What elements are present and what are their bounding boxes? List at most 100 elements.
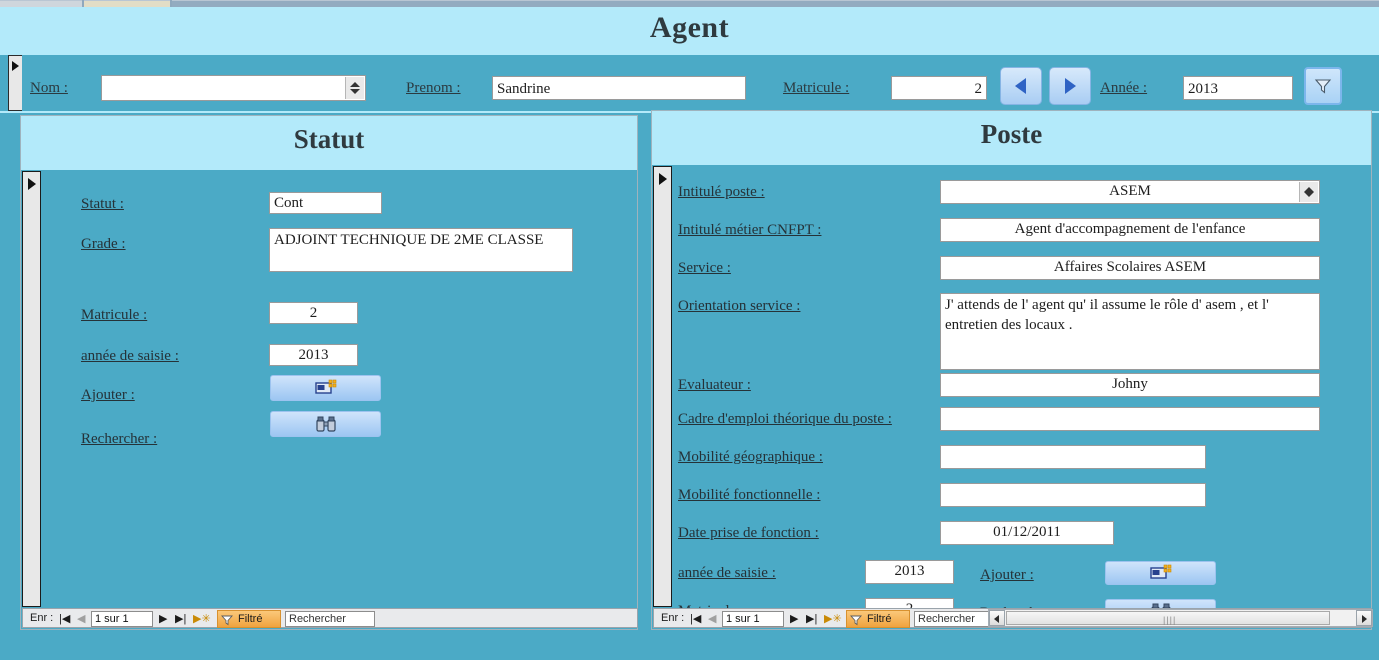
- statut-rechercher-button[interactable]: [270, 411, 381, 437]
- statut-last-record-button[interactable]: ▶|: [175, 612, 189, 627]
- statut-record-selector[interactable]: [22, 171, 41, 607]
- statut-annee-saisie-field[interactable]: 2013: [269, 344, 358, 366]
- label-mobilite-fonctionnelle: Mobilité fonctionnelle :: [678, 487, 821, 503]
- intitule-metier-cnfpt-field[interactable]: Agent d'accompagnement de l'enfance: [940, 218, 1320, 242]
- chevron-down-icon: [350, 89, 360, 94]
- date-prise-fonction-field[interactable]: 01/12/2011: [940, 521, 1114, 545]
- label-poste-annee-saisie: année de saisie :: [678, 565, 776, 581]
- service-field[interactable]: Affaires Scolaires ASEM: [940, 256, 1320, 280]
- scroll-thumb[interactable]: ||||: [1006, 611, 1330, 625]
- label-statut-matricule: Matricule :: [81, 307, 148, 323]
- access-form-window: Agent Nom : Prenom : Sandrine Matricule …: [0, 0, 1379, 660]
- next-record-button[interactable]: [1049, 67, 1091, 105]
- label-poste-ajouter: Ajouter :: [980, 567, 1034, 583]
- label-statut: Statut :: [81, 196, 124, 212]
- new-record-icon: [1149, 564, 1171, 579]
- intitule-poste-field[interactable]: ASEM: [940, 180, 1320, 204]
- grade-field[interactable]: ADJOINT TECHNIQUE DE 2ME CLASSE: [269, 228, 573, 272]
- intitule-poste-value: ASEM: [1109, 183, 1151, 199]
- statut-search-box[interactable]: Rechercher: [285, 611, 375, 627]
- statut-status-bar: Enr : |◀ ◀ 1 sur 1 ▶ ▶| ▶✳ Filtré Recher…: [22, 608, 638, 628]
- poste-status-bar: Enr : |◀ ◀ 1 sur 1 ▶ ▶| ▶✳ Filtré Recher…: [653, 608, 1373, 628]
- prev-record-button[interactable]: [1000, 67, 1042, 105]
- statut-subform: Statut Statut : Cont Grade : ADJOINT TEC…: [20, 115, 638, 630]
- statut-panel-title: Statut: [293, 124, 365, 154]
- poste-prev-record-button[interactable]: ◀: [708, 612, 722, 627]
- prenom-field[interactable]: Sandrine: [492, 76, 746, 100]
- cadre-emploi-theorique-field[interactable]: [940, 407, 1320, 431]
- statut-field[interactable]: Cont: [269, 192, 382, 214]
- form-title-bar: Agent: [0, 7, 1379, 55]
- chevron-up-icon: [350, 82, 360, 87]
- statut-filtered-label: Filtré: [238, 613, 263, 625]
- label-matricule: Matricule :: [783, 80, 850, 96]
- annee-field[interactable]: 2013: [1183, 76, 1293, 100]
- poste-record-counter[interactable]: 1 sur 1: [722, 611, 784, 627]
- poste-new-record-button[interactable]: ▶✳: [824, 612, 842, 627]
- funnel-icon: [1314, 79, 1332, 94]
- statut-next-record-button[interactable]: ▶: [159, 612, 173, 627]
- nom-spinner[interactable]: [345, 77, 364, 99]
- label-orientation-service: Orientation service :: [678, 298, 801, 314]
- label-mobilite-geographique: Mobilité géographique :: [678, 449, 823, 465]
- orientation-service-field[interactable]: J' attends de l' agent qu' il assume le …: [940, 293, 1320, 370]
- statut-filtered-indicator[interactable]: Filtré: [217, 610, 281, 628]
- label-nom: Nom :: [30, 80, 68, 96]
- filter-button[interactable]: [1304, 67, 1342, 105]
- funnel-icon: [850, 615, 862, 626]
- arrow-left-icon: [1015, 78, 1026, 94]
- label-prenom: Prenom :: [406, 80, 461, 96]
- poste-enr-label: Enr :: [661, 612, 685, 624]
- arrow-left-icon: [994, 615, 999, 623]
- poste-panel-title: Poste: [980, 119, 1043, 149]
- poste-annee-saisie-field[interactable]: 2013: [865, 560, 954, 584]
- label-date-prise-fonction: Date prise de fonction :: [678, 525, 819, 541]
- statut-matricule-field[interactable]: 2: [269, 302, 358, 324]
- statut-ajouter-button[interactable]: [270, 375, 381, 401]
- binoculars-icon: [315, 416, 336, 432]
- arrow-right-icon: [1065, 78, 1076, 94]
- nom-combobox[interactable]: [101, 75, 366, 101]
- matricule-field[interactable]: 2: [891, 76, 987, 100]
- evaluateur-field[interactable]: Johny: [940, 373, 1320, 397]
- poste-subform: Poste Intitulé poste : ASEM Intitulé mét…: [651, 110, 1373, 630]
- record-selector-arrow-icon: [28, 178, 36, 190]
- mobilite-fonctionnelle-field[interactable]: [940, 483, 1206, 507]
- scroll-right-button[interactable]: [1356, 610, 1372, 626]
- label-intitule-poste: Intitulé poste :: [678, 184, 765, 200]
- label-intitule-metier-cnfpt: Intitulé métier CNFPT :: [678, 222, 822, 238]
- record-selector-arrow-icon: [12, 61, 19, 71]
- poste-horizontal-scrollbar[interactable]: ||||: [988, 609, 1373, 627]
- header-record-selector[interactable]: [8, 55, 22, 111]
- arrow-right-icon: [1362, 615, 1367, 623]
- scroll-left-button[interactable]: [989, 610, 1005, 626]
- scroll-grip-icon: ||||: [1163, 615, 1177, 625]
- chevron-down-icon: [1304, 192, 1314, 197]
- poste-filtered-indicator[interactable]: Filtré: [846, 610, 910, 628]
- record-selector-arrow-icon: [659, 173, 667, 185]
- statut-enr-label: Enr :: [30, 612, 54, 624]
- poste-last-record-button[interactable]: ▶|: [806, 612, 820, 627]
- label-statut-rechercher: Rechercher :: [81, 431, 158, 447]
- label-service: Service :: [678, 260, 731, 276]
- label-grade: Grade :: [81, 236, 126, 252]
- new-record-icon: [314, 379, 336, 394]
- label-statut-annee-saisie: année de saisie :: [81, 348, 179, 364]
- document-tabstrip: [0, 0, 1379, 8]
- statut-record-counter[interactable]: 1 sur 1: [91, 611, 153, 627]
- statut-first-record-button[interactable]: |◀: [59, 612, 73, 627]
- statut-new-record-button[interactable]: ▶✳: [193, 612, 211, 627]
- label-annee: Année :: [1100, 80, 1148, 96]
- mobilite-geographique-field[interactable]: [940, 445, 1206, 469]
- poste-next-record-button[interactable]: ▶: [790, 612, 804, 627]
- label-cadre-emploi-theorique: Cadre d'emploi théorique du poste :: [678, 411, 892, 427]
- page-title: Agent: [649, 11, 730, 44]
- funnel-icon: [221, 615, 233, 626]
- poste-record-selector[interactable]: [653, 166, 672, 607]
- label-evaluateur: Evaluateur :: [678, 377, 751, 393]
- poste-first-record-button[interactable]: |◀: [690, 612, 704, 627]
- statut-prev-record-button[interactable]: ◀: [77, 612, 91, 627]
- poste-ajouter-button[interactable]: [1105, 561, 1216, 585]
- intitule-poste-spinner[interactable]: [1299, 182, 1318, 202]
- statut-panel-header: Statut: [21, 116, 637, 170]
